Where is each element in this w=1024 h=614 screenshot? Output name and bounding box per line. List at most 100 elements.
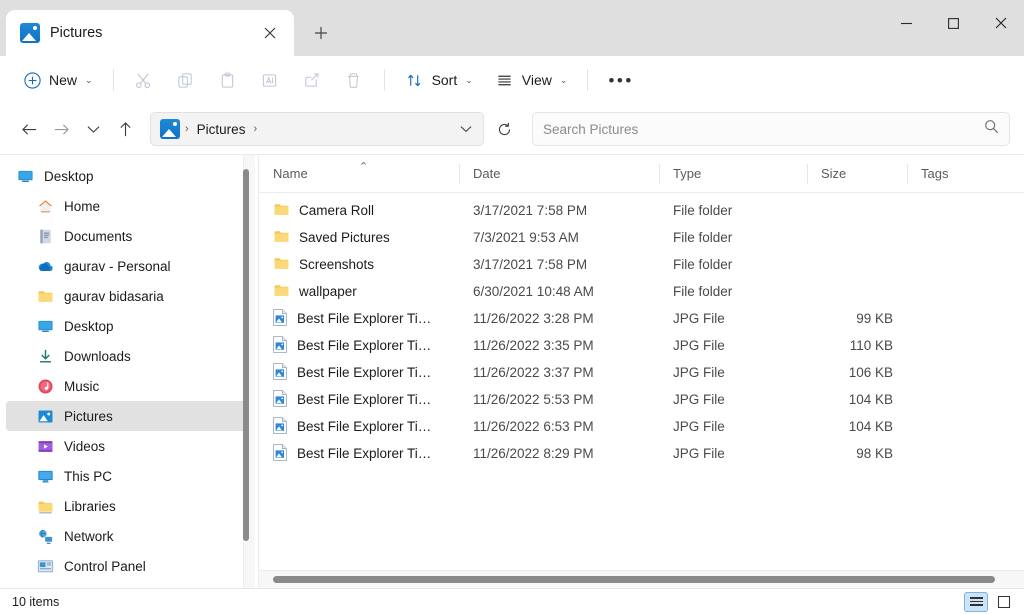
file-date-label: 11/26/2022 3:35 PM xyxy=(473,338,594,353)
file-name-cell[interactable]: wallpaper xyxy=(259,282,459,302)
view-button[interactable]: View ⌄ xyxy=(485,63,578,97)
search-box[interactable] xyxy=(532,112,1010,146)
file-name-cell[interactable]: Best File Explorer Ti… xyxy=(259,390,459,410)
sidebar-item-control-panel[interactable]: Control Panel xyxy=(6,551,252,581)
file-type-label: JPG File xyxy=(673,446,725,461)
column-header-name[interactable]: Name ⌃ xyxy=(259,155,459,193)
tab-pictures[interactable]: Pictures xyxy=(6,10,294,56)
jpg-file-icon xyxy=(273,417,288,437)
forward-button[interactable] xyxy=(46,114,76,144)
column-header-date[interactable]: Date xyxy=(459,155,659,193)
column-header-tags[interactable]: Tags xyxy=(907,155,1024,193)
sidebar-item-this-pc[interactable]: This PC xyxy=(6,461,252,491)
search-icon[interactable] xyxy=(984,119,999,139)
sidebar-item-videos[interactable]: Videos xyxy=(6,431,252,461)
sidebar-item-pictures[interactable]: Pictures xyxy=(6,401,252,431)
file-explorer-window: Pictures New xyxy=(0,0,1024,614)
cut-button[interactable] xyxy=(124,63,164,97)
share-button[interactable] xyxy=(292,63,332,97)
tab-title: Pictures xyxy=(50,25,246,41)
horizontal-scrollbar-thumb[interactable] xyxy=(273,576,995,583)
table-row[interactable]: Best File Explorer Ti…11/26/2022 3:37 PM… xyxy=(259,359,1024,386)
sidebar-item-desktop[interactable]: Desktop xyxy=(6,161,252,191)
table-row[interactable]: Best File Explorer Ti… 11/26/2022 3:35 PM… xyxy=(259,332,1024,359)
sidebar-scrollbar-thumb[interactable] xyxy=(243,169,249,541)
file-type-label: File folder xyxy=(673,230,732,245)
file-type-cell: JPG File xyxy=(659,365,807,380)
file-name-cell[interactable]: Screenshots xyxy=(259,255,459,275)
folder-icon xyxy=(273,228,290,248)
sidebar-item-documents[interactable]: Documents xyxy=(6,221,252,251)
copy-button[interactable] xyxy=(166,63,206,97)
sidebar-scrollbar-track[interactable] xyxy=(243,155,255,588)
file-type-cell: JPG File xyxy=(659,419,807,434)
sidebar-item-label: Control Panel xyxy=(64,559,146,574)
table-row[interactable]: wallpaper6/30/2021 10:48 AMFile folder xyxy=(259,278,1024,305)
navigation-pane: DesktopHomeDocumentsgaurav - Personalgau… xyxy=(0,155,258,588)
file-name-cell[interactable]: Best File Explorer Ti… xyxy=(259,309,459,329)
breadcrumb-separator-trailing[interactable]: › xyxy=(252,123,258,135)
folder-icon xyxy=(273,201,290,221)
see-more-button[interactable]: ••• xyxy=(598,63,643,97)
details-view-button[interactable] xyxy=(964,592,988,612)
sidebar-item-gaurav-bidasaria[interactable]: gaurav bidasaria xyxy=(6,281,252,311)
close-button[interactable] xyxy=(977,0,1024,46)
sidebar-item-gaurav-personal[interactable]: gaurav - Personal xyxy=(6,251,252,281)
new-button[interactable]: New ⌄ xyxy=(12,63,103,97)
search-input[interactable] xyxy=(543,122,984,137)
delete-button[interactable] xyxy=(334,63,374,97)
table-row[interactable]: Camera Roll3/17/2021 7:58 PMFile folder xyxy=(259,197,1024,224)
sidebar-item-libraries[interactable]: Libraries xyxy=(6,491,252,521)
sidebar-item-music[interactable]: Music xyxy=(6,371,252,401)
address-bar[interactable]: › Pictures › xyxy=(150,112,484,146)
details-view-icon xyxy=(970,597,983,606)
recent-locations-button[interactable] xyxy=(78,114,108,144)
content-pane: Name ⌃ Date Type Size Tags Camera Roll3/… xyxy=(258,155,1024,588)
large-icons-view-button[interactable] xyxy=(992,592,1016,612)
file-type-label: JPG File xyxy=(673,311,725,326)
column-header-size-label: Size xyxy=(821,166,846,181)
file-name-label: Best File Explorer Ti… xyxy=(297,392,431,407)
table-row[interactable]: Screenshots3/17/2021 7:58 PMFile folder xyxy=(259,251,1024,278)
table-row[interactable]: Best File Explorer Ti… 11/26/2022 3:28 PM… xyxy=(259,305,1024,332)
sort-button[interactable]: Sort ⌄ xyxy=(395,63,483,97)
table-row[interactable]: Saved Pictures 7/3/2021 9:53 AM File folde… xyxy=(259,224,1024,251)
file-list[interactable]: Camera Roll3/17/2021 7:58 PMFile folderS… xyxy=(259,193,1024,570)
table-row[interactable]: Best File Explorer Ti…11/26/2022 5:53 PM… xyxy=(259,386,1024,413)
sidebar-item-downloads[interactable]: Downloads xyxy=(6,341,252,371)
table-row[interactable]: Best File Explorer Ti…11/26/2022 8:29 PM… xyxy=(259,440,1024,467)
pictures-icon xyxy=(160,119,180,139)
rename-button[interactable] xyxy=(250,63,290,97)
refresh-button[interactable] xyxy=(488,112,520,146)
file-name-cell[interactable]: Best File Explorer Ti… xyxy=(259,444,459,464)
up-button[interactable] xyxy=(110,114,140,144)
file-name-label: Best File Explorer Ti… xyxy=(297,311,431,326)
file-name-cell[interactable]: Best File Explorer Ti… xyxy=(259,336,459,356)
column-header-type[interactable]: Type xyxy=(659,155,807,193)
network-icon xyxy=(36,527,54,545)
table-row[interactable]: Best File Explorer Ti…11/26/2022 6:53 PM… xyxy=(259,413,1024,440)
file-name-cell[interactable]: Camera Roll xyxy=(259,201,459,221)
maximize-button[interactable] xyxy=(930,0,977,46)
paste-button[interactable] xyxy=(208,63,248,97)
minimize-button[interactable] xyxy=(883,0,930,46)
sidebar-item-network[interactable]: Network xyxy=(6,521,252,551)
file-name-cell[interactable]: Saved Pictures xyxy=(259,228,459,248)
sidebar-item-home[interactable]: Home xyxy=(6,191,252,221)
file-name-cell[interactable]: Best File Explorer Ti… xyxy=(259,363,459,383)
horizontal-scrollbar-track[interactable] xyxy=(259,570,1024,588)
new-tab-button[interactable] xyxy=(302,14,340,52)
close-tab-icon[interactable] xyxy=(256,19,284,47)
file-date-label: 7/3/2021 9:53 AM xyxy=(473,230,579,245)
file-name-cell[interactable]: Best File Explorer Ti… xyxy=(259,417,459,437)
jpg-file-icon xyxy=(273,309,288,329)
breadcrumb-item-pictures[interactable]: Pictures xyxy=(194,122,249,137)
back-button[interactable] xyxy=(14,114,44,144)
folder-icon xyxy=(273,282,290,302)
address-dropdown-icon[interactable] xyxy=(453,116,479,142)
file-date-cell: 11/26/2022 3:28 PM xyxy=(459,311,659,326)
column-header-size[interactable]: Size xyxy=(807,155,907,193)
plus-circle-icon xyxy=(22,70,42,90)
sidebar-item-desktop[interactable]: Desktop xyxy=(6,311,252,341)
share-icon xyxy=(302,70,322,90)
